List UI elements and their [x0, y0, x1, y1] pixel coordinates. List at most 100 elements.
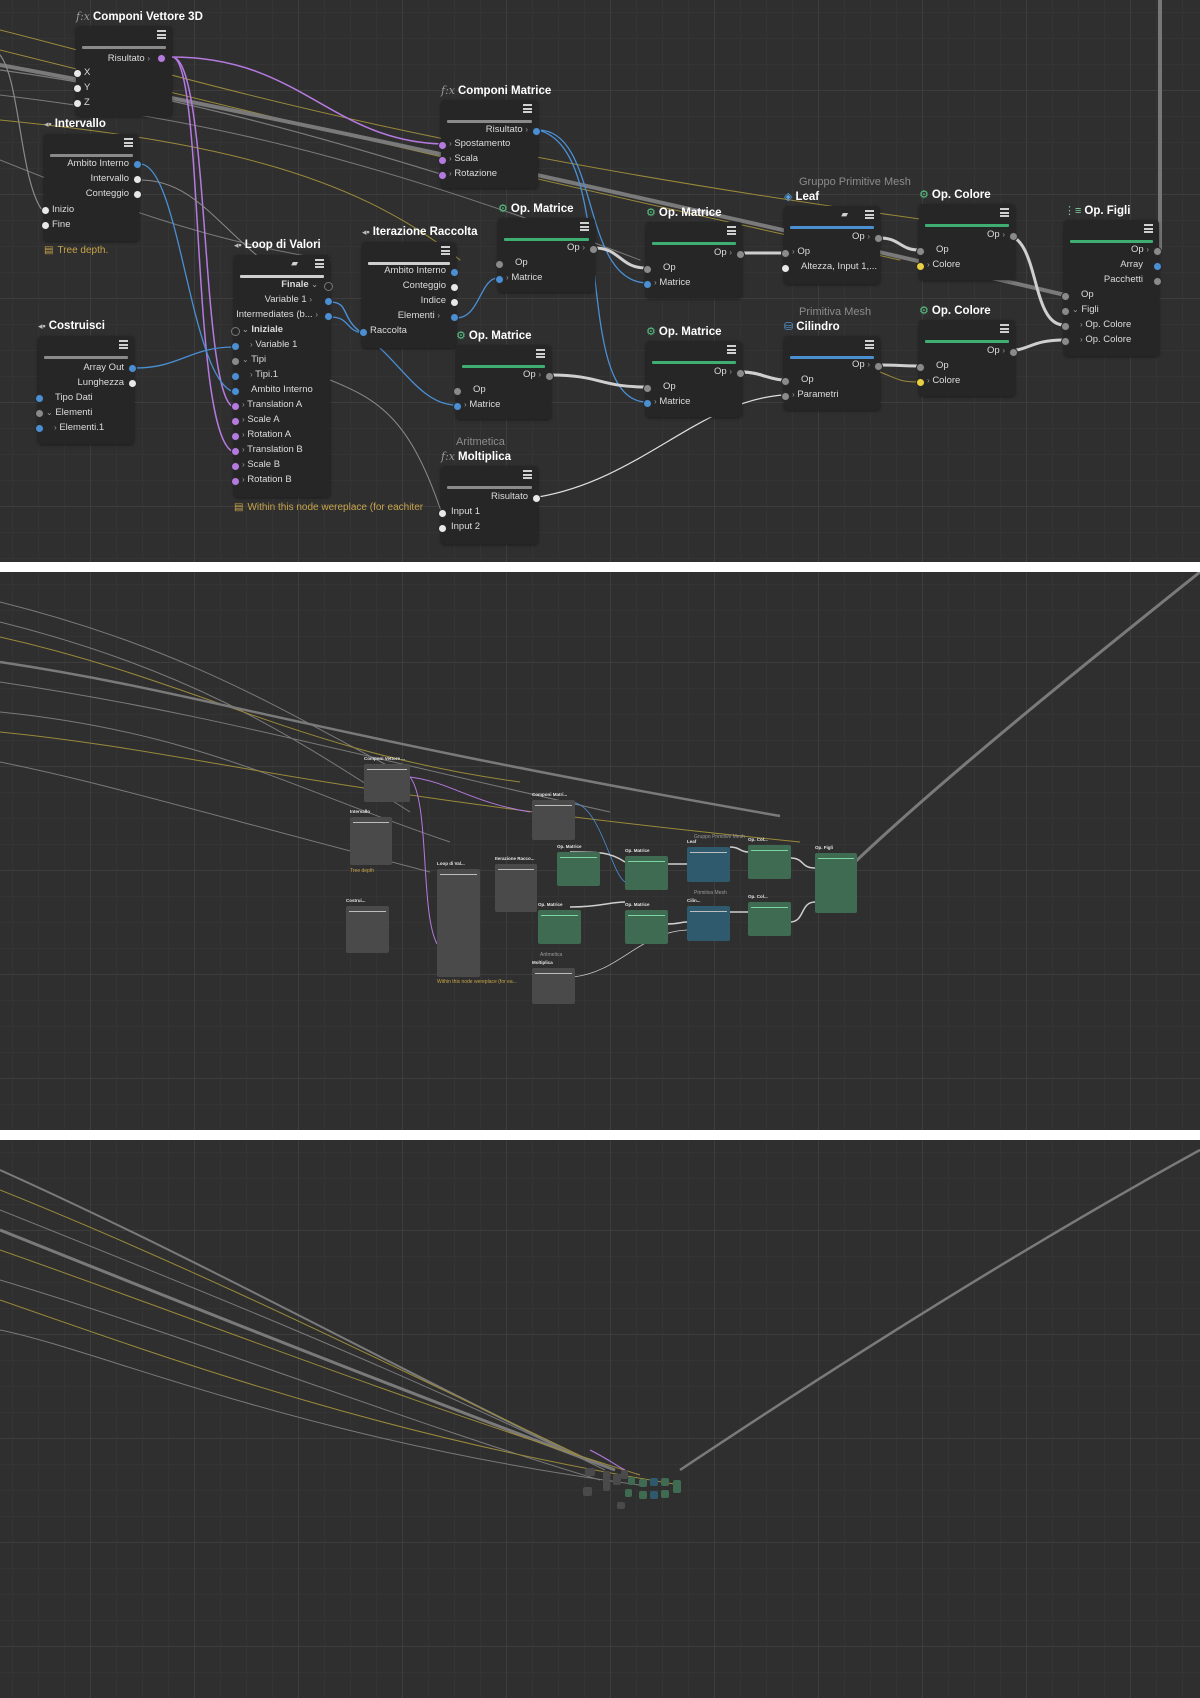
tiny-node[interactable]	[650, 1491, 658, 1499]
mini-node-cilindro[interactable]: Cilin...	[687, 898, 730, 941]
mini-node-op-figli[interactable]: Op. Figli	[815, 845, 857, 913]
tiny-node[interactable]	[583, 1487, 592, 1496]
mini-node-op-colore[interactable]: Op. Col...	[748, 837, 791, 879]
input-port-dot[interactable]	[1061, 307, 1070, 316]
node-componi-vettore-3d[interactable]: f:x Componi Vettore 3D Risultato › X Y Z	[73, 10, 203, 116]
mini-node-leaf[interactable]: Leaf	[687, 839, 730, 882]
tiny-node[interactable]	[617, 1502, 625, 1509]
tiny-node[interactable]	[628, 1477, 635, 1485]
input-port-dot[interactable]	[916, 262, 925, 271]
input-port-dot[interactable]	[35, 424, 44, 433]
input-port-dot[interactable]	[453, 387, 462, 396]
output-port-dot[interactable]	[1009, 232, 1018, 241]
node-op-colore-2[interactable]: ⚙ Op. Colore Op › Op › Colore	[916, 305, 1018, 396]
input-port-dot[interactable]	[643, 280, 652, 289]
node-leaf[interactable]: Gruppo Primitive Mesh ◈ Leaf ▰ Op › › Op …	[781, 176, 911, 284]
output-port-dot[interactable]	[133, 175, 142, 184]
node-loop-di-valori[interactable]: ◂▪ Loop di Valori ▰ Finale ⌄ Variable 1 ›…	[231, 239, 333, 497]
menu-icon[interactable]	[441, 246, 450, 255]
folder-icon[interactable]: ▰	[841, 209, 848, 220]
input-port-dot[interactable]	[438, 141, 447, 150]
node-op-matrice-4[interactable]: ⚙ Op. Matrice Op › Op › Matrice	[643, 326, 745, 417]
output-port-dot[interactable]	[324, 312, 333, 321]
output-port-dot[interactable]	[157, 54, 166, 63]
input-port-dot[interactable]	[231, 372, 240, 381]
output-port-dot[interactable]	[1009, 348, 1018, 357]
node-op-matrice-3[interactable]: ⚙ Op. Matrice Op › Op › Matrice	[643, 207, 745, 298]
input-port-dot[interactable]	[438, 171, 447, 180]
output-port-dot[interactable]	[874, 234, 883, 243]
tiny-node[interactable]	[639, 1479, 647, 1487]
mini-node-iterazione[interactable]: Iterazione Racco...	[495, 856, 537, 912]
output-port-dot[interactable]	[532, 127, 541, 136]
output-port-dot[interactable]	[1153, 277, 1162, 286]
menu-icon[interactable]	[1000, 324, 1009, 333]
node-moltiplica[interactable]: Aritmetica f:x Moltiplica Risultato Input…	[438, 436, 541, 544]
tiny-node[interactable]	[639, 1491, 647, 1499]
mini-node-moltiplica[interactable]: Moltiplica	[532, 960, 575, 1004]
input-port-dot[interactable]	[231, 417, 240, 426]
input-port-dot[interactable]	[231, 327, 240, 336]
menu-icon[interactable]	[157, 30, 166, 39]
output-port-dot[interactable]	[450, 313, 459, 322]
input-port-dot[interactable]	[916, 378, 925, 387]
input-port-dot[interactable]	[781, 392, 790, 401]
input-port-dot[interactable]	[231, 357, 240, 366]
node-intervallo[interactable]: ◂▪ Intervallo Ambito Interno Intervallo C…	[41, 118, 142, 241]
input-port-dot[interactable]	[781, 264, 790, 273]
input-port-dot[interactable]	[916, 247, 925, 256]
input-port-dot[interactable]	[916, 363, 925, 372]
node-editor-canvas-zoomed[interactable]: f:x Componi Vettore 3D Risultato › X Y Z …	[0, 0, 1200, 562]
input-port-dot[interactable]	[359, 328, 368, 337]
menu-icon[interactable]	[315, 259, 324, 268]
input-port-dot[interactable]	[73, 69, 82, 78]
output-port-dot[interactable]	[324, 297, 333, 306]
tiny-node[interactable]	[673, 1480, 681, 1493]
output-port-dot[interactable]	[450, 283, 459, 292]
folder-icon[interactable]: ▰	[291, 258, 298, 269]
output-port-dot[interactable]	[324, 282, 333, 291]
input-port-dot[interactable]	[231, 462, 240, 471]
output-port-dot[interactable]	[450, 298, 459, 307]
node-op-figli[interactable]: ⋮≡ Op. Figli Op › Array Pacchetti Op ⌄ Fi…	[1061, 205, 1162, 356]
input-port-dot[interactable]	[231, 432, 240, 441]
tiny-node[interactable]	[621, 1470, 628, 1479]
input-port-dot[interactable]	[438, 156, 447, 165]
mini-node-op-matrice[interactable]: Op. Matrice	[625, 902, 668, 944]
output-port-dot[interactable]	[1153, 247, 1162, 256]
input-port-dot[interactable]	[231, 342, 240, 351]
output-port-dot[interactable]	[532, 494, 541, 503]
input-port-dot[interactable]	[231, 402, 240, 411]
input-port-dot[interactable]	[231, 477, 240, 486]
input-port-dot[interactable]	[41, 206, 50, 215]
input-port-dot[interactable]	[643, 399, 652, 408]
menu-icon[interactable]	[1144, 224, 1153, 233]
tiny-node[interactable]	[585, 1468, 595, 1476]
node-iterazione-raccolta[interactable]: ◂▪ Iterazione Raccolta Ambito Interno Con…	[359, 226, 478, 348]
node-editor-canvas-far[interactable]	[0, 1140, 1200, 1698]
node-cilindro[interactable]: Primitiva Mesh ⛁ Cilindro Op › Op › Param…	[781, 306, 883, 410]
tiny-node[interactable]	[661, 1478, 669, 1486]
input-port-dot[interactable]	[35, 394, 44, 403]
output-port-dot[interactable]	[133, 160, 142, 169]
input-port-dot[interactable]	[781, 377, 790, 386]
output-port-dot[interactable]	[133, 190, 142, 199]
input-port-dot[interactable]	[1061, 337, 1070, 346]
node-op-colore-1[interactable]: ⚙ Op. Colore Op › Op › Colore	[916, 189, 1018, 280]
mini-node-op-matrice[interactable]: Op. Matrice	[538, 902, 581, 944]
node-componi-matrice[interactable]: f:x Componi Matrice Risultato › › Spostam…	[438, 84, 551, 188]
input-port-dot[interactable]	[438, 509, 447, 518]
input-port-dot[interactable]	[453, 402, 462, 411]
tiny-node[interactable]	[661, 1490, 669, 1498]
mini-node-op-matrice[interactable]: Op. Matrice	[557, 844, 600, 886]
output-port-dot[interactable]	[128, 364, 137, 373]
menu-icon[interactable]	[580, 222, 589, 231]
input-port-dot[interactable]	[73, 99, 82, 108]
output-port-dot[interactable]	[736, 250, 745, 259]
menu-icon[interactable]	[865, 340, 874, 349]
tiny-node[interactable]	[650, 1478, 658, 1486]
mini-node-op-colore[interactable]: Op. Col...	[748, 894, 791, 936]
input-port-dot[interactable]	[781, 249, 790, 258]
mini-node-intervallo[interactable]: Intervallo	[350, 809, 392, 865]
input-port-dot[interactable]	[495, 260, 504, 269]
